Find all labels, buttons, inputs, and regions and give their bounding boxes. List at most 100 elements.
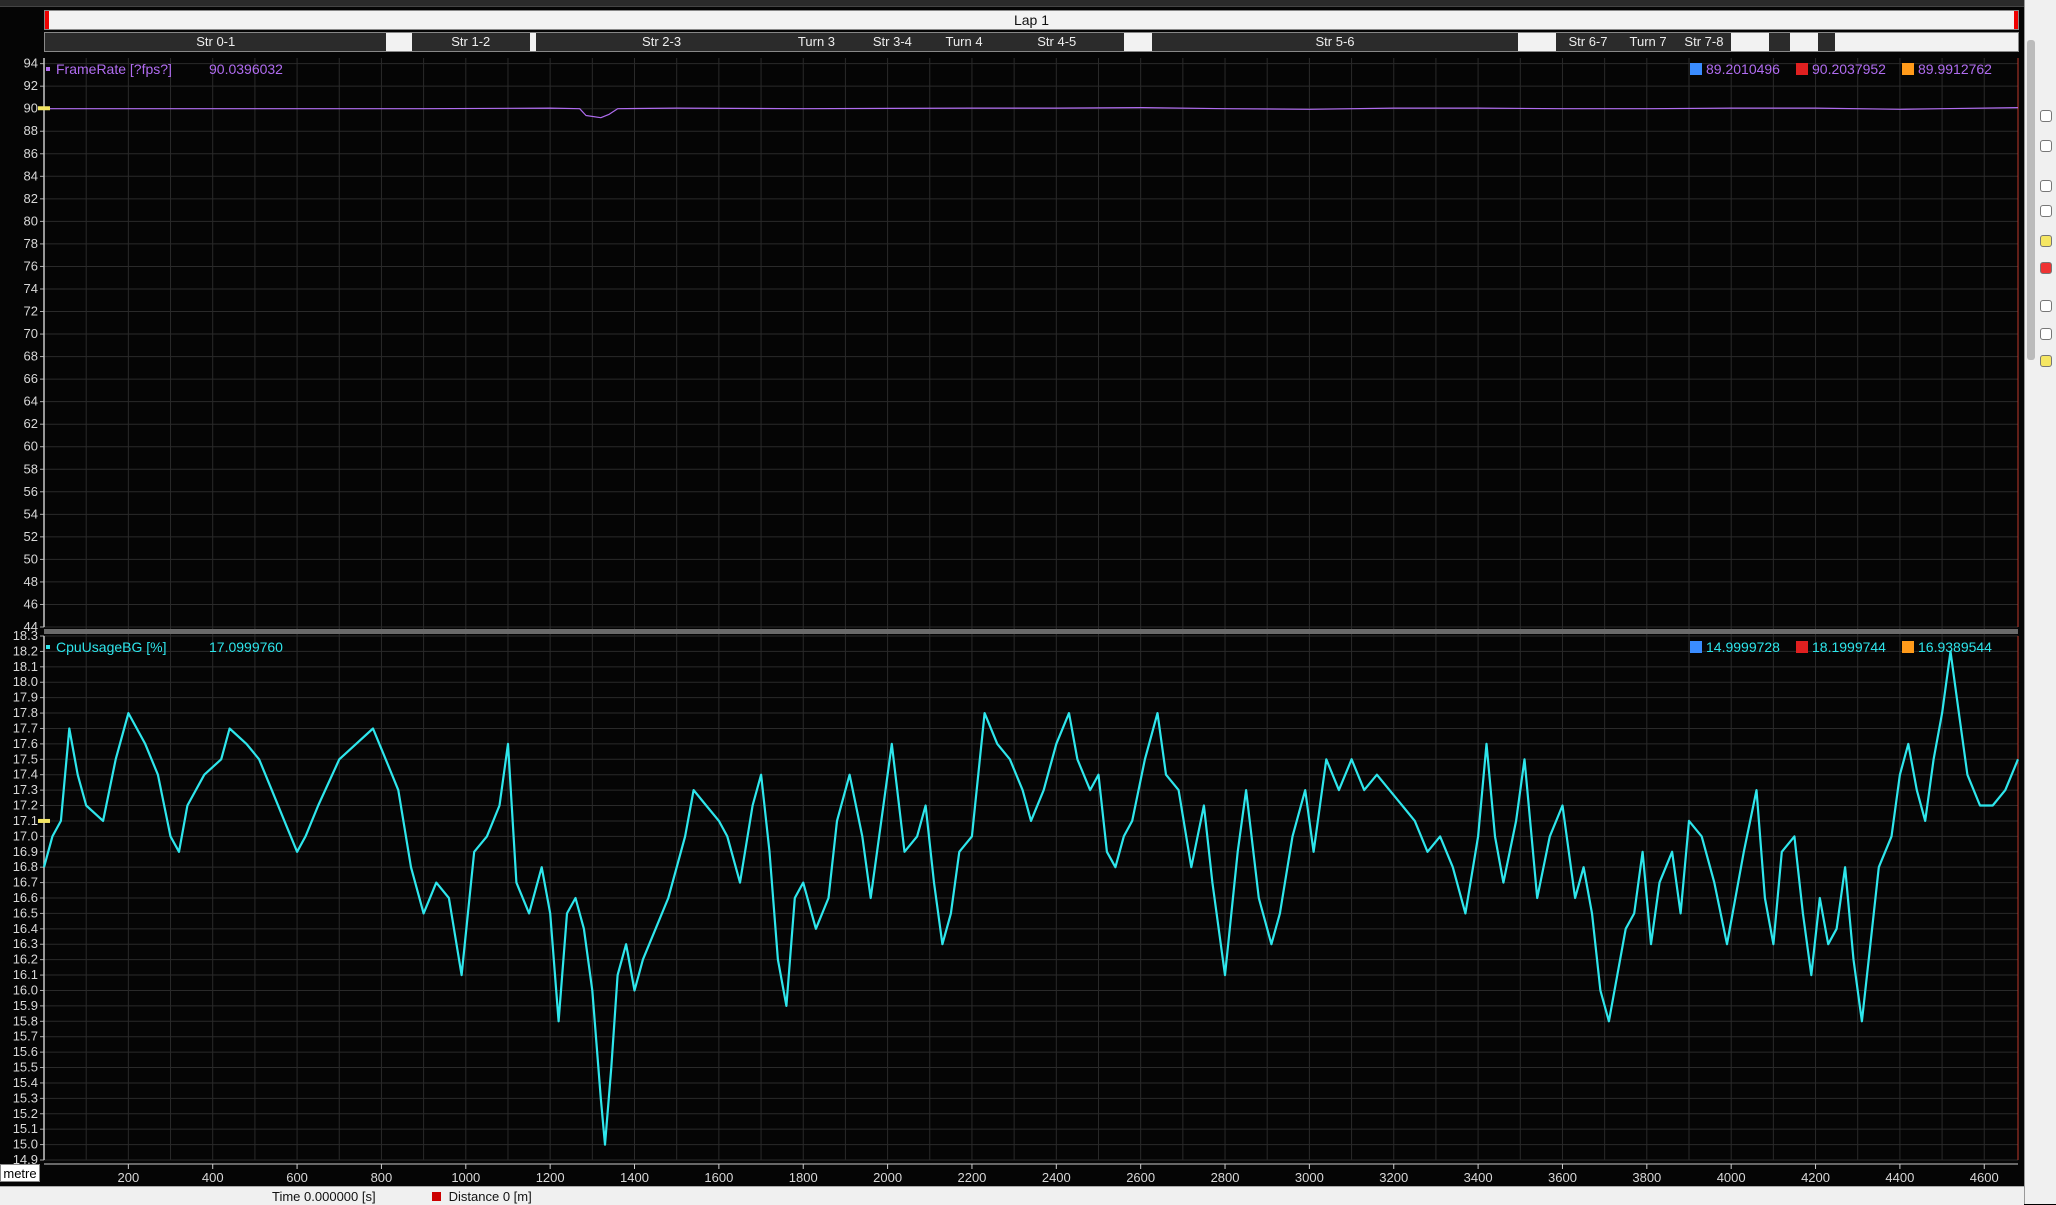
y-tick-label: 64	[24, 394, 38, 409]
x-tick-label: 600	[286, 1170, 308, 1185]
red-marker-icon[interactable]	[2040, 262, 2052, 274]
x-tick-label: 1600	[704, 1170, 733, 1185]
track-segment[interactable]	[1731, 33, 1770, 51]
x-tick-label: 1200	[536, 1170, 565, 1185]
avg-icon	[1902, 63, 1914, 75]
avg-icon	[1902, 641, 1914, 653]
lap-label: Lap 1	[1013, 12, 1050, 28]
y-tick-label: 17.4	[13, 767, 38, 782]
y-tick-label: 17.6	[13, 736, 38, 751]
track-segment[interactable]: Turn 3	[786, 33, 846, 51]
track-segment[interactable]: Str 2-3	[536, 33, 787, 51]
panel-tool-icon[interactable]	[2040, 110, 2052, 122]
y-tick-label: 16.3	[13, 936, 38, 951]
y-tick-label: 16.8	[13, 859, 38, 874]
y-tick-label: 90	[24, 101, 38, 116]
status-time-label: Time	[272, 1189, 301, 1204]
x-tick-label: 2600	[1126, 1170, 1155, 1185]
y-tick-label: 18.1	[13, 659, 38, 674]
y-tick-label: 16.6	[13, 890, 38, 905]
zoom-in-icon[interactable]	[2040, 300, 2052, 312]
channel-color-swatch	[46, 67, 50, 71]
window-top-edge	[0, 0, 2056, 7]
y-tick-label: 60	[24, 439, 38, 454]
x-tick-label: 3400	[1464, 1170, 1493, 1185]
y-tick-label: 76	[24, 258, 38, 273]
status-distance-value: 0 [m]	[502, 1189, 532, 1204]
panel-tool-icon[interactable]	[2040, 180, 2052, 192]
y-tick-label: 74	[24, 281, 38, 296]
avg-value: 89.9912762	[1918, 61, 1992, 77]
track-segment[interactable]	[386, 33, 412, 51]
min-arrow-icon	[1690, 63, 1702, 75]
y-tick-label: 80	[24, 213, 38, 228]
y-tick-label: 15.7	[13, 1029, 38, 1044]
max-arrow-icon	[1796, 641, 1808, 653]
x-tick-label: 1000	[451, 1170, 480, 1185]
distance-marker-icon	[432, 1192, 441, 1201]
y-tick-label: 88	[24, 123, 38, 138]
y-tick-label: 58	[24, 461, 38, 476]
x-tick-label: 2200	[957, 1170, 986, 1185]
y-tick-label: 54	[24, 506, 38, 521]
status-bar: Time 0.000000 [s] Distance 0 [m]	[0, 1186, 2024, 1205]
y-tick-label: 16.5	[13, 905, 38, 920]
y-tick-label: 15.1	[13, 1121, 38, 1136]
channel-current-value: 17.0999760	[209, 639, 283, 655]
track-segment[interactable]: Str 3-4	[846, 33, 939, 51]
track-segment-bar[interactable]: Str 0-1 Str 1-2 Str 2-3 Turn 3 Str 3-4 Turn 4…	[44, 32, 2019, 52]
panel-tool-icon[interactable]	[2040, 205, 2052, 217]
bookmark-icon[interactable]	[2040, 355, 2052, 367]
x-tick-label: 3000	[1295, 1170, 1324, 1185]
x-tick-label: 1800	[789, 1170, 818, 1185]
track-segment[interactable]: Str 6-7	[1556, 33, 1620, 51]
track-segment[interactable]	[1817, 33, 1835, 51]
min-value: 89.2010496	[1706, 61, 1780, 77]
status-time-value: 0.000000 [s]	[304, 1189, 376, 1204]
lap-end-marker[interactable]	[2014, 11, 2018, 29]
cursor-marker[interactable]	[38, 818, 50, 823]
x-tick-label: 2800	[1211, 1170, 1240, 1185]
track-segment[interactable]: Str 0-1	[45, 33, 387, 51]
y-tick-label: 15.6	[13, 1044, 38, 1059]
track-segment[interactable]: Str 5-6	[1151, 33, 1519, 51]
track-segment[interactable]	[1790, 33, 1818, 51]
track-segment[interactable]: Turn 4	[938, 33, 990, 51]
panel-tool-icon[interactable]	[2040, 140, 2052, 152]
y-tick-label: 17.5	[13, 751, 38, 766]
status-distance: Distance 0 [m]	[432, 1189, 532, 1204]
y-tick-label: 50	[24, 551, 38, 566]
lap-bar[interactable]: Lap 1	[44, 10, 2019, 30]
y-tick-label: 17.7	[13, 720, 38, 735]
track-segment[interactable]: Turn 7	[1619, 33, 1677, 51]
y-tick-label: 62	[24, 416, 38, 431]
x-tick-label: 3600	[1548, 1170, 1577, 1185]
x-axis-unit-label[interactable]: metre	[0, 1164, 40, 1182]
track-segment[interactable]: Str 4-5	[989, 33, 1125, 51]
track-segment[interactable]: Str 7-8	[1676, 33, 1732, 51]
telemetry-chart[interactable]: 4446485052545658606264666870727476788082…	[0, 52, 2024, 1186]
track-segment[interactable]	[1769, 33, 1791, 51]
channel-color-swatch	[46, 645, 50, 649]
track-segment[interactable]	[1518, 33, 1557, 51]
x-tick-label: 3200	[1379, 1170, 1408, 1185]
yellow-marker-icon[interactable]	[2040, 235, 2052, 247]
track-segment[interactable]: Str 1-2	[411, 33, 530, 51]
y-tick-label: 16.9	[13, 844, 38, 859]
x-tick-label: 4600	[1970, 1170, 1999, 1185]
y-tick-label: 15.2	[13, 1106, 38, 1121]
x-tick-label: 3800	[1632, 1170, 1661, 1185]
channel-name: FrameRate [?fps?]	[56, 61, 172, 77]
cursor-marker[interactable]	[38, 106, 50, 111]
panel-splitter[interactable]	[44, 629, 2018, 634]
chart-background	[0, 52, 2024, 1186]
y-tick-label: 15.3	[13, 1090, 38, 1105]
y-tick-label: 72	[24, 304, 38, 319]
track-segment[interactable]	[1834, 33, 2018, 51]
vertical-scrollbar[interactable]	[2027, 40, 2035, 360]
y-tick-label: 18.3	[13, 628, 38, 643]
y-tick-label: 16.1	[13, 967, 38, 982]
zoom-out-icon[interactable]	[2040, 328, 2052, 340]
x-tick-label: 4000	[1717, 1170, 1746, 1185]
track-segment[interactable]	[1124, 33, 1152, 51]
